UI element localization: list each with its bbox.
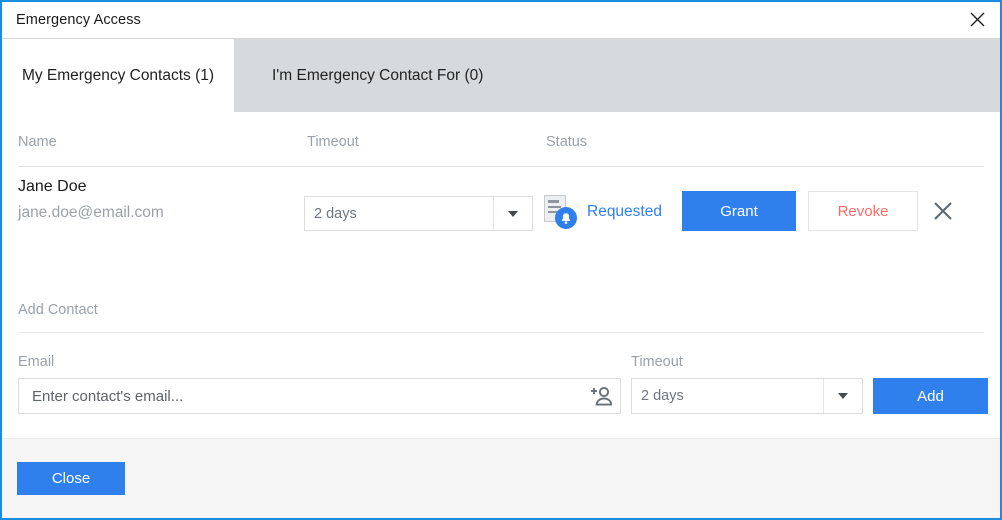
add-contact-button[interactable]: Add (873, 378, 988, 414)
tab-im-emergency-contact-for[interactable]: I'm Emergency Contact For (0) (234, 39, 522, 112)
emergency-access-dialog: Emergency Access My Emergency Contacts (… (0, 0, 1002, 520)
dialog-content: Name Timeout Status Jane Doe jane.doe@em… (2, 112, 1000, 437)
close-window-button[interactable] (954, 2, 1000, 37)
table-row: Jane Doe jane.doe@email.com 2 days Reque… (18, 178, 984, 238)
close-icon (970, 12, 984, 27)
timeout-field-label: Timeout (631, 354, 683, 370)
row-timeout-value: 2 days (314, 205, 357, 222)
status-badge: Requested (587, 203, 662, 220)
dialog-footer: Close (2, 438, 1000, 518)
request-pending-icon (543, 194, 577, 230)
add-user-glyph (591, 386, 612, 406)
email-field-wrapper (18, 378, 621, 414)
remove-contact-button[interactable] (928, 196, 958, 226)
chevron-down-icon (493, 197, 532, 230)
contact-name: Jane Doe (18, 178, 87, 195)
email-input[interactable] (19, 386, 582, 406)
add-timeout-value: 2 days (641, 388, 684, 404)
tab-my-emergency-contacts[interactable]: My Emergency Contacts (1) (2, 39, 234, 112)
add-contact-section-title: Add Contact (18, 302, 984, 333)
contact-email: jane.doe@email.com (18, 204, 164, 221)
chevron-down-icon (823, 379, 862, 413)
add-user-icon[interactable] (582, 386, 620, 406)
status-cell: Requested (543, 194, 662, 230)
column-header-timeout: Timeout (307, 134, 359, 150)
grant-button[interactable]: Grant (682, 191, 796, 231)
column-header-status: Status (546, 134, 588, 150)
close-button[interactable]: Close (17, 462, 125, 495)
email-field-label: Email (18, 354, 55, 370)
window-title: Emergency Access (16, 12, 141, 28)
close-icon (934, 202, 952, 220)
tab-strip: My Emergency Contacts (1) I'm Emergency … (2, 39, 1000, 112)
contacts-table-header: Name Timeout Status (18, 134, 984, 167)
title-bar: Emergency Access (2, 2, 1000, 39)
tab-label: My Emergency Contacts (1) (21, 66, 215, 84)
row-timeout-select[interactable]: 2 days (304, 196, 533, 231)
revoke-button[interactable]: Revoke (808, 191, 918, 231)
bell-icon (561, 212, 571, 224)
add-timeout-select[interactable]: 2 days (631, 378, 863, 414)
tab-label: I'm Emergency Contact For (0) (272, 66, 484, 84)
column-header-name: Name (18, 134, 57, 150)
